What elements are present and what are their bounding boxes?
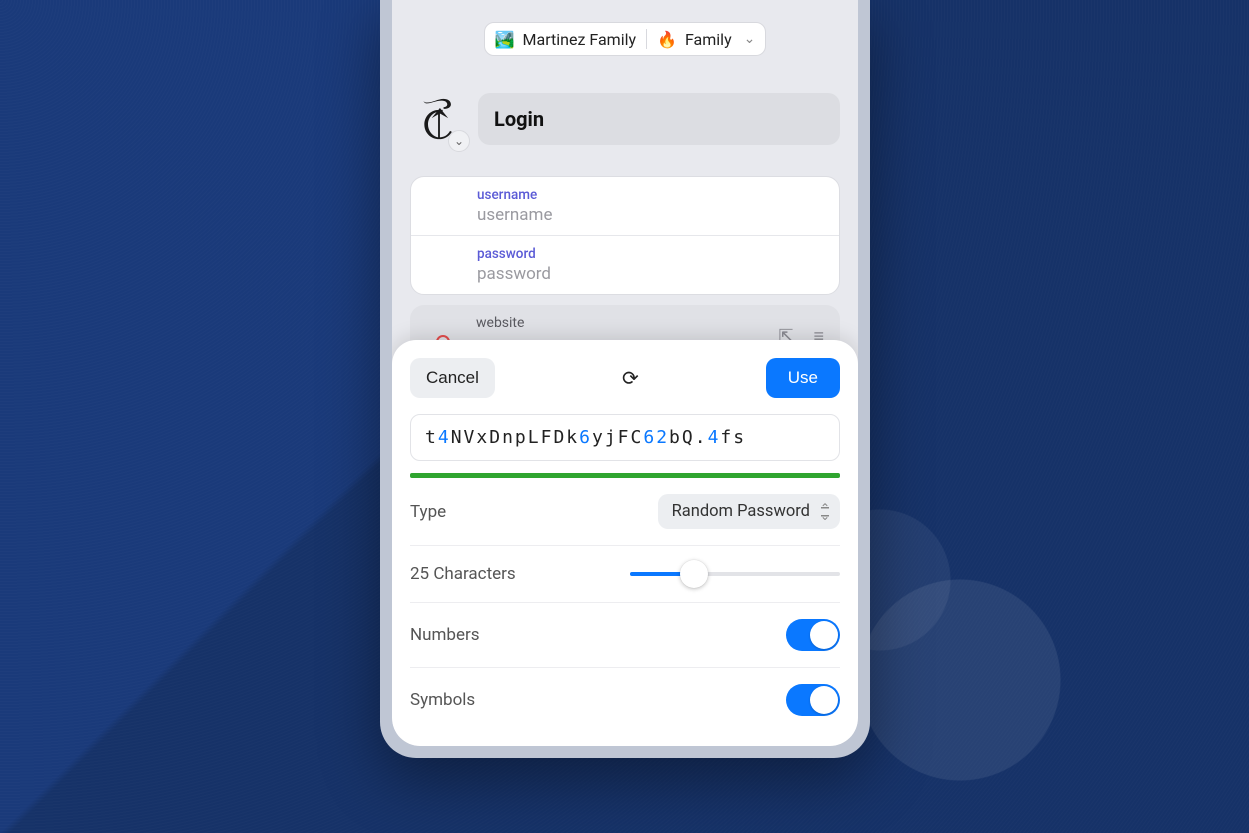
item-title: Login xyxy=(494,107,824,131)
chevron-down-icon: ⌄ xyxy=(454,134,464,148)
vault-divider xyxy=(646,29,647,49)
password-value: password xyxy=(477,264,823,284)
vault-selector-row: 🏞️ Martinez Family 🔥 Family ⌄ xyxy=(392,22,858,56)
username-label: username xyxy=(477,187,823,203)
site-icon-dropdown[interactable]: ⌄ xyxy=(448,130,470,152)
refresh-icon: ⟳ xyxy=(622,366,639,391)
phone-frame: 🏞️ Martinez Family 🔥 Family ⌄ ⌄ xyxy=(380,0,870,758)
vault-secondary-icon: 🔥 xyxy=(657,30,677,49)
vault-secondary[interactable]: 🔥 Family ⌄ xyxy=(657,30,755,49)
vault-primary-icon: 🏞️ xyxy=(495,30,515,49)
use-button[interactable]: Use xyxy=(766,358,840,398)
type-label: Type xyxy=(410,502,446,522)
symbols-toggle[interactable] xyxy=(786,684,840,716)
length-label: 25 Characters xyxy=(410,564,516,584)
type-select[interactable]: Random Password ⌃⌄ xyxy=(658,494,840,529)
username-field[interactable]: username username xyxy=(411,177,839,236)
website-label: website xyxy=(476,315,824,331)
type-value: Random Password xyxy=(672,502,810,521)
type-row: Type Random Password ⌃⌄ xyxy=(410,478,840,546)
symbols-label: Symbols xyxy=(410,690,475,710)
generated-password[interactable]: t4NVxDnpLFDk6yjFC62bQ.4fs xyxy=(410,414,840,461)
numbers-toggle[interactable] xyxy=(786,619,840,651)
vault-secondary-label: Family xyxy=(685,30,732,49)
regenerate-button[interactable]: ⟳ xyxy=(622,366,639,391)
length-row: 25 Characters xyxy=(410,546,840,603)
vault-selector[interactable]: 🏞️ Martinez Family 🔥 Family ⌄ xyxy=(484,22,767,56)
numbers-row: Numbers xyxy=(410,603,840,668)
vault-primary[interactable]: 🏞️ Martinez Family xyxy=(495,30,636,49)
password-label: password xyxy=(477,246,823,262)
slider-thumb[interactable] xyxy=(680,560,708,588)
numbers-label: Numbers xyxy=(410,625,480,645)
item-header: ⌄ Login xyxy=(410,90,840,148)
cancel-button[interactable]: Cancel xyxy=(410,358,495,398)
password-field[interactable]: password password xyxy=(411,236,839,294)
vault-primary-label: Martinez Family xyxy=(523,30,637,49)
username-value: username xyxy=(477,205,823,225)
item-title-field[interactable]: Login xyxy=(478,93,840,145)
credentials-list: username username password password xyxy=(410,176,840,295)
length-slider[interactable] xyxy=(630,562,840,586)
site-icon[interactable]: ⌄ xyxy=(410,90,468,148)
password-generator-sheet: Cancel ⟳ Use t4NVxDnpLFDk6yjFC62bQ.4fs T… xyxy=(392,340,858,746)
symbols-row: Symbols xyxy=(410,668,840,732)
updown-icon: ⌃⌄ xyxy=(820,504,830,520)
chevron-down-icon: ⌄ xyxy=(744,31,756,47)
screen: 🏞️ Martinez Family 🔥 Family ⌄ ⌄ xyxy=(392,0,858,746)
